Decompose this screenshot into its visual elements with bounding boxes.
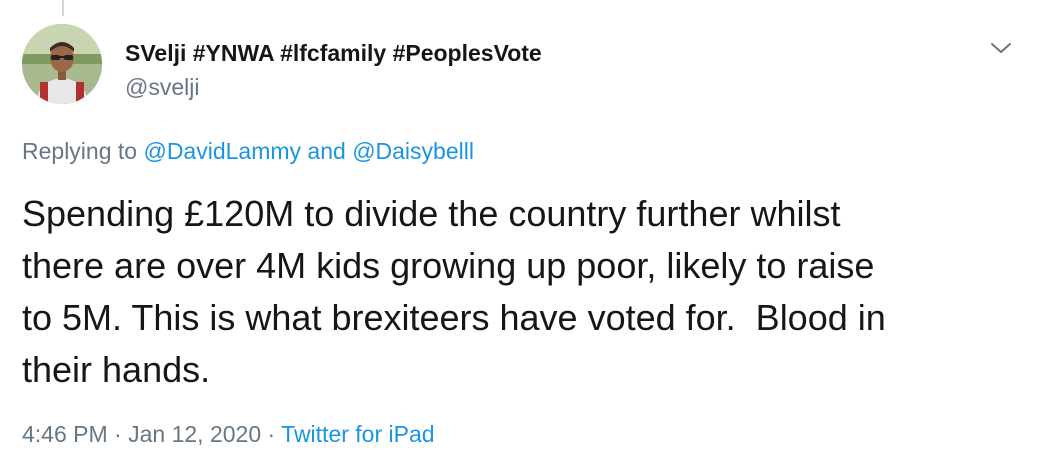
reply-user-link-1[interactable]: @DavidLammy xyxy=(143,138,301,164)
avatar[interactable] xyxy=(22,24,102,104)
tweet-text: Spending £120M to divide the country fur… xyxy=(22,193,886,390)
display-name[interactable]: SVelji #YNWA #lfcfamily #PeoplesVote xyxy=(125,39,542,67)
meta-separator: · xyxy=(267,421,276,447)
tweet-time[interactable]: 4:46 PM xyxy=(22,421,108,447)
replying-prefix: Replying to xyxy=(22,138,138,164)
meta-separator: · xyxy=(114,421,122,447)
replying-to: Replying to @DavidLammy and @Daisybelll xyxy=(22,136,474,166)
tweet-source-link[interactable]: Twitter for iPad xyxy=(281,421,434,447)
avatar-image xyxy=(22,24,102,104)
tweet-meta: 4:46 PM · Jan 12, 2020 · Twitter for iPa… xyxy=(22,420,435,448)
chevron-down-icon[interactable] xyxy=(987,36,1015,60)
thread-connector-line xyxy=(62,0,64,16)
reply-joiner: and xyxy=(307,138,346,164)
reply-user-link-2[interactable]: @Daisybelll xyxy=(352,138,474,164)
user-handle[interactable]: @svelji xyxy=(125,73,199,101)
tweet-date[interactable]: Jan 12, 2020 xyxy=(128,421,261,447)
